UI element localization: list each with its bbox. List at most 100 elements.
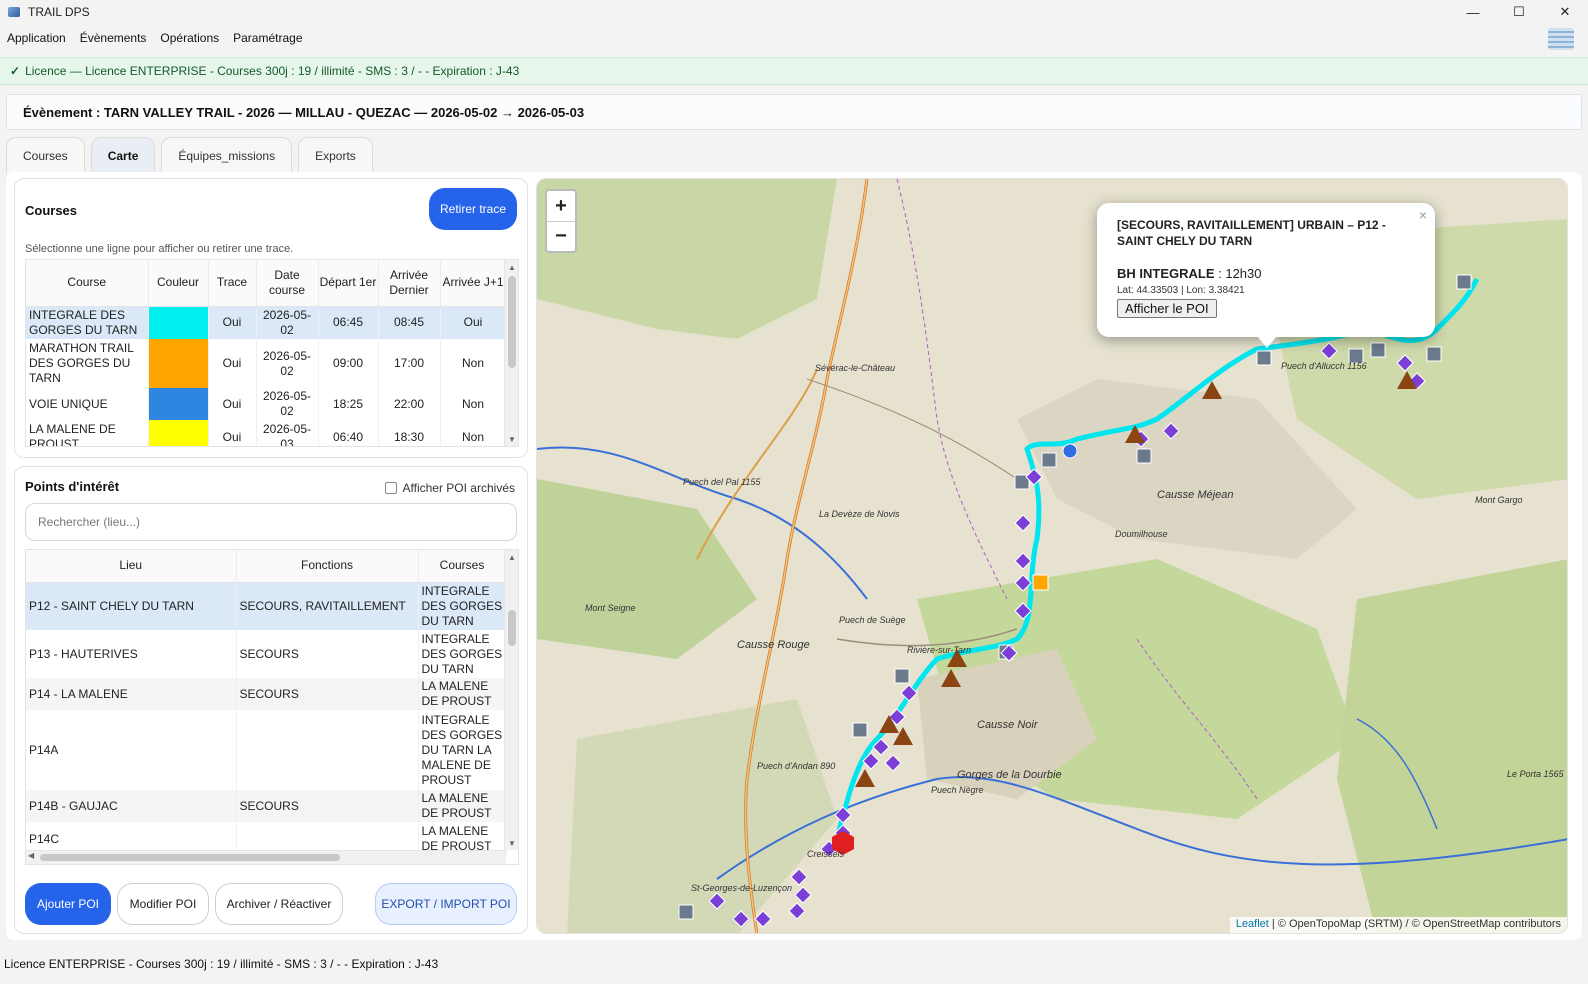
tab-carte[interactable]: Carte [90, 137, 156, 173]
scroll-thumb[interactable] [508, 610, 516, 646]
table-row[interactable]: LA MALENE DE PROUST Oui 2026-05-03 06:40… [26, 420, 507, 446]
poi-square-marker[interactable] [1370, 342, 1386, 358]
col-couleur[interactable]: Couleur [148, 260, 209, 307]
close-icon[interactable]: ✕ [1542, 0, 1588, 24]
menu-bar: Application Évènements Opérations Paramé… [0, 26, 1588, 50]
menu-operations[interactable]: Opérations [155, 31, 224, 45]
remove-trace-button[interactable]: Retirer trace [429, 188, 517, 230]
col-lieu[interactable]: Lieu [26, 550, 237, 583]
tab-bar: Courses Carte Équipes_missions Exports [6, 137, 373, 173]
col-trace[interactable]: Trace [208, 260, 257, 307]
forest-area [1337, 559, 1567, 933]
menu-evenements[interactable]: Évènements [75, 31, 152, 45]
poi-orange-marker[interactable] [1032, 574, 1049, 591]
minimize-icon[interactable]: — [1450, 0, 1496, 24]
archive-poi-button[interactable]: Archiver / Réactiver [215, 883, 343, 925]
poi-courses: LA MALENE DE PROUST [418, 790, 507, 822]
popup-close-icon[interactable]: × [1419, 207, 1427, 223]
map-label: St-Georges-de-Luzençon [691, 883, 793, 893]
depart-value: 09:00 [318, 339, 379, 388]
table-row[interactable]: P14 - LA MALENE SECOURS LA MALENE DE PRO… [26, 678, 507, 710]
scroll-left-icon[interactable]: ◀ [28, 851, 34, 860]
title-bar: TRAIL DPS — ☐ ✕ [0, 0, 1588, 24]
poi-panel: Points d'intérêt Afficher POI archivés L… [14, 466, 528, 934]
add-poi-button[interactable]: Ajouter POI [25, 883, 111, 925]
map-label: Mont Seigne [585, 603, 636, 613]
map-label: Causse Noir [977, 719, 1038, 731]
scroll-up-icon[interactable]: ▲ [505, 260, 518, 274]
map-panel[interactable]: Sévérac-le-Château Puech del Pal 1155 La… [536, 178, 1568, 934]
col-courses[interactable]: Courses [418, 550, 507, 583]
poi-square-marker[interactable] [894, 668, 910, 684]
courses-panel-title: Courses [25, 203, 78, 218]
course-name: INTEGRALE DES GORGES DU TARN [26, 306, 149, 339]
trace-value: Oui [208, 306, 257, 339]
poi-square-marker[interactable] [1456, 274, 1472, 290]
poi-square-marker[interactable] [678, 904, 694, 920]
scroll-up-icon[interactable]: ▲ [505, 550, 518, 564]
event-header: Évènement : TARN VALLEY TRAIL - 2026 — M… [6, 94, 1582, 130]
table-row[interactable]: P12 - SAINT CHELY DU TARN SECOURS, RAVIT… [26, 582, 507, 630]
poi-lieu: P13 - HAUTERIVES [26, 630, 237, 678]
tab-equipes-missions[interactable]: Équipes_missions [161, 137, 293, 173]
arrivee-value: 17:00 [378, 339, 441, 388]
poi-blue-marker[interactable] [1062, 443, 1078, 459]
poi-search-input[interactable] [25, 503, 517, 541]
scroll-down-icon[interactable]: ▼ [505, 836, 518, 850]
table-row[interactable]: INTEGRALE DES GORGES DU TARN Oui 2026-05… [26, 306, 507, 339]
menu-parametrage[interactable]: Paramétrage [228, 31, 307, 45]
show-archived-checkbox[interactable]: Afficher POI archivés [384, 481, 515, 495]
leaflet-link[interactable]: Leaflet [1236, 918, 1269, 930]
trace-value: Oui [208, 339, 257, 388]
main-content: Courses Retirer trace Sélectionne une li… [6, 172, 1582, 940]
edit-poi-button[interactable]: Modifier POI [117, 883, 209, 925]
j1-value: Oui [440, 306, 507, 339]
licence-banner: ✓ Licence — Licence ENTERPRISE - Courses… [0, 57, 1588, 85]
poi-square-marker[interactable] [1041, 452, 1057, 468]
poi-h-scrollbar[interactable]: ◀ [26, 850, 506, 864]
table-row[interactable]: P14B - GAUJAC SECOURS LA MALENE DE PROUS… [26, 790, 507, 822]
courses-scrollbar[interactable]: ▲ ▼ [504, 260, 518, 446]
map-label: Puech del Pal 1155 [683, 477, 761, 487]
col-arrivee-dernier[interactable]: Arrivée Dernier [378, 260, 441, 307]
j1-value: Non [440, 420, 507, 446]
export-import-poi-button[interactable]: EXPORT / IMPORT POI [375, 883, 517, 925]
checkbox-icon[interactable] [384, 482, 397, 494]
zoom-out-button[interactable]: − [547, 221, 575, 251]
map-attribution: Leaflet | © OpenTopoMap (SRTM) / © OpenS… [1229, 917, 1567, 933]
zoom-in-button[interactable]: + [547, 191, 575, 221]
course-name: LA MALENE DE PROUST [26, 420, 149, 446]
poi-scrollbar[interactable]: ▲ ▼ [504, 550, 518, 850]
color-swatch [148, 339, 209, 388]
col-arrivee-j1[interactable]: Arrivée J+1 [440, 260, 507, 307]
table-row[interactable]: MARATHON TRAIL DES GORGES DU TARN Oui 20… [26, 339, 507, 388]
map-label: La Devèze de Novis [819, 509, 900, 519]
maximize-icon[interactable]: ☐ [1496, 0, 1542, 24]
date-value: 2026-05-02 [256, 388, 319, 420]
tab-exports[interactable]: Exports [298, 137, 373, 173]
menu-application[interactable]: Application [2, 31, 71, 45]
col-date-course[interactable]: Date course [256, 260, 319, 307]
poi-square-marker[interactable] [1256, 350, 1272, 366]
date-value: 2026-05-03 [256, 420, 319, 446]
poi-square-marker[interactable] [852, 722, 868, 738]
poi-panel-title: Points d'intérêt [25, 479, 120, 494]
poi-courses: INTEGRALE DES GORGES DU TARN [418, 630, 507, 678]
table-row[interactable]: P13 - HAUTERIVES SECOURS INTEGRALE DES G… [26, 630, 507, 678]
scroll-thumb[interactable] [40, 854, 340, 861]
show-poi-button[interactable]: Afficher le POI [1117, 299, 1217, 318]
table-row[interactable]: VOIE UNIQUE Oui 2026-05-02 18:25 22:00 N… [26, 388, 507, 420]
map-label: Le Porta 1565 [1507, 769, 1564, 779]
poi-square-marker[interactable] [1426, 346, 1442, 362]
col-course[interactable]: Course [26, 260, 149, 307]
col-fonctions[interactable]: Fonctions [236, 550, 419, 583]
col-depart[interactable]: Départ 1er [318, 260, 379, 307]
scroll-thumb[interactable] [508, 276, 516, 368]
poi-square-marker[interactable] [1136, 448, 1152, 464]
trace-value: Oui [208, 388, 257, 420]
tab-courses[interactable]: Courses [6, 137, 85, 173]
map-label: Puech d'Andan 890 [757, 761, 836, 771]
scroll-down-icon[interactable]: ▼ [505, 432, 518, 446]
table-row[interactable]: P14A INTEGRALE DES GORGES DU TARN LA MAL… [26, 710, 507, 790]
color-swatch [148, 388, 209, 420]
